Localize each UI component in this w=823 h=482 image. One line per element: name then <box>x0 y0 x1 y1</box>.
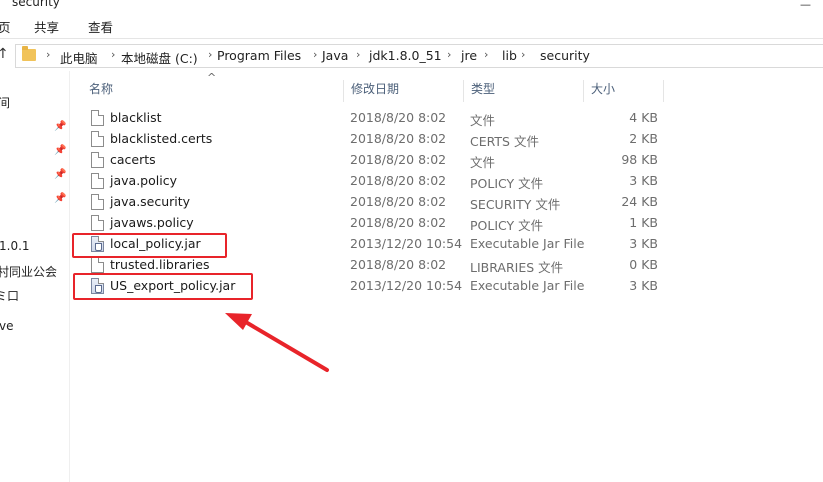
annotation-arrow-icon <box>225 313 329 372</box>
arrow-shaft <box>242 319 329 372</box>
